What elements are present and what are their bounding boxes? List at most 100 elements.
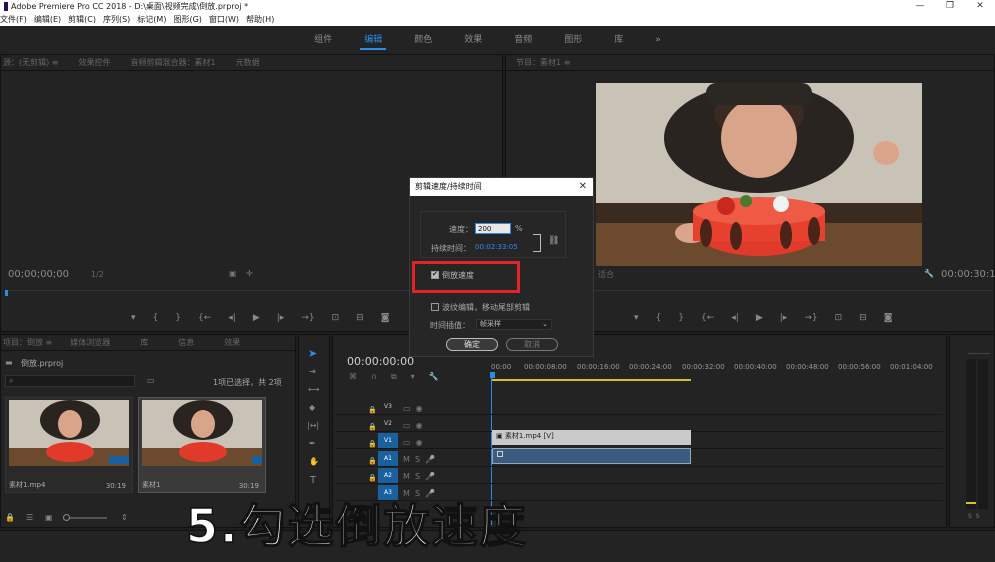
tab-info[interactable]: 信息: [178, 337, 194, 348]
sync-lock-icon[interactable]: ▭ ◉: [403, 400, 435, 417]
program-add-marker-icon[interactable]: ▾: [634, 313, 639, 323]
lift-icon[interactable]: ⊡: [835, 313, 843, 323]
razor-tool-icon[interactable]: ◆: [309, 403, 315, 412]
add-marker-icon[interactable]: ▾: [131, 313, 136, 323]
selection-tool-icon[interactable]: ➤: [308, 347, 317, 360]
mute-track-icon[interactable]: M S 🎤: [403, 468, 435, 485]
lock-track-icon[interactable]: 🔒: [368, 453, 377, 470]
source-expand-icon[interactable]: ✛: [246, 269, 253, 278]
mute-track-icon[interactable]: M S 🎤: [403, 451, 435, 468]
source-playhead[interactable]: [5, 290, 8, 296]
new-bin-icon[interactable]: ▭: [147, 376, 155, 385]
menu-file[interactable]: 文件(F): [0, 13, 27, 26]
program-mark-out-icon[interactable]: }: [678, 313, 684, 323]
tab-media-browser[interactable]: 媒体浏览器: [70, 337, 110, 348]
track-label-v2[interactable]: V2: [378, 416, 398, 431]
lock-icon[interactable]: 🔒: [5, 513, 15, 522]
track-label-v1[interactable]: V1: [378, 433, 398, 448]
tab-libraries[interactable]: 库: [140, 337, 148, 348]
ripple-edit-checkbox[interactable]: [431, 303, 439, 311]
type-tool-icon[interactable]: T: [310, 475, 316, 486]
program-go-to-out-icon[interactable]: →}: [804, 313, 817, 323]
track-label-v3[interactable]: V3: [378, 399, 398, 414]
program-step-back-icon[interactable]: ◂|: [731, 313, 739, 323]
work-area-bar[interactable]: [491, 379, 691, 381]
insert-icon[interactable]: ⊡: [332, 313, 340, 323]
menu-sequence[interactable]: 序列(S): [103, 13, 130, 26]
overwrite-icon[interactable]: ⊟: [356, 313, 364, 323]
timeline-ruler[interactable]: 00:00 00:00:08:00 00:00:16:00 00:00:24:0…: [490, 363, 947, 385]
workspace-editing[interactable]: 编辑: [348, 26, 398, 54]
step-back-icon[interactable]: ◂|: [228, 313, 236, 323]
cancel-button[interactable]: 取消: [506, 338, 558, 351]
track-label-a1[interactable]: A1: [378, 451, 398, 466]
sync-lock-icon[interactable]: ▭ ◉: [403, 417, 435, 434]
dialog-close-icon[interactable]: ✕: [579, 178, 587, 196]
workspace-color[interactable]: 颜色: [398, 26, 448, 54]
menu-help[interactable]: 帮助(H): [246, 13, 274, 26]
source-fit-select[interactable]: 1/2: [91, 270, 104, 279]
tab-effect-controls[interactable]: 效果控件: [79, 57, 111, 68]
export-frame-icon[interactable]: ◙: [381, 313, 390, 323]
timeline-marker-icon[interactable]: ▾: [411, 372, 415, 382]
workspace-libraries[interactable]: 库: [598, 26, 639, 54]
speed-input[interactable]: 200: [475, 223, 511, 234]
pen-tool-icon[interactable]: ✒: [309, 439, 316, 448]
project-search-input[interactable]: ⌕: [5, 375, 135, 387]
program-step-forward-icon[interactable]: |▸: [780, 313, 788, 323]
program-play-icon[interactable]: ▶: [756, 313, 763, 323]
program-fit-select[interactable]: 适合: [598, 269, 614, 280]
nest-icon[interactable]: ⌘: [349, 372, 357, 382]
tab-source[interactable]: 源：(无剪辑) ≡: [3, 57, 59, 68]
lock-track-icon[interactable]: 🔒: [368, 436, 377, 453]
close-window-button[interactable]: ✕: [965, 0, 995, 13]
workspace-effects[interactable]: 效果: [448, 26, 498, 54]
extract-icon[interactable]: ⊟: [859, 313, 867, 323]
solo-icons[interactable]: S S: [968, 513, 979, 520]
mark-out-icon[interactable]: }: [175, 313, 181, 323]
zoom-slider-handle[interactable]: [63, 514, 70, 521]
project-item-clip[interactable]: 素材1.mp4 30:19: [5, 397, 133, 493]
workspace-assembly[interactable]: 组件: [298, 26, 348, 54]
go-to-out-icon[interactable]: →}: [301, 313, 314, 323]
track-label-a2[interactable]: A2: [378, 468, 398, 483]
maximize-button[interactable]: ❐: [935, 0, 965, 13]
source-settings-icon[interactable]: ▣: [229, 269, 237, 278]
tab-metadata[interactable]: 元数据: [236, 57, 260, 68]
icon-view-icon[interactable]: ▣: [45, 513, 53, 522]
slip-tool-icon[interactable]: |↔|: [307, 421, 319, 430]
hand-tool-icon[interactable]: ✋: [309, 457, 319, 466]
lock-track-icon[interactable]: 🔒: [368, 402, 377, 419]
linked-selection-icon[interactable]: ⧉: [391, 372, 397, 382]
play-icon[interactable]: ▶: [253, 313, 260, 323]
program-go-to-in-icon[interactable]: {←: [701, 313, 714, 323]
workspace-overflow-button[interactable]: »: [639, 26, 677, 54]
tab-project[interactable]: 项目：倒放 ≡: [3, 337, 52, 348]
ripple-edit-tool-icon[interactable]: ⟷: [308, 385, 319, 394]
program-mark-in-icon[interactable]: {: [656, 313, 662, 323]
program-settings-icon[interactable]: 🔧: [924, 269, 934, 278]
lock-track-icon[interactable]: 🔒: [368, 470, 377, 487]
source-timecode[interactable]: 00;00;00;00: [8, 269, 69, 280]
tab-effects[interactable]: 效果: [224, 337, 240, 348]
list-view-icon[interactable]: ☰: [26, 513, 33, 522]
mark-in-icon[interactable]: {: [153, 313, 159, 323]
lock-track-icon[interactable]: 🔒: [368, 419, 377, 436]
menu-window[interactable]: 窗口(W): [209, 13, 239, 26]
tab-audio-clip-mixer[interactable]: 音频剪辑混合器：素材1: [131, 57, 216, 68]
zoom-slider[interactable]: [63, 514, 107, 521]
project-item-sequence[interactable]: 素材1 30:19: [138, 397, 266, 493]
link-chain-icon[interactable]: ⛓: [548, 236, 559, 246]
menu-graphics[interactable]: 图形(G): [173, 13, 201, 26]
workspace-graphics[interactable]: 图形: [548, 26, 598, 54]
step-forward-icon[interactable]: |▸: [277, 313, 285, 323]
sync-lock-icon[interactable]: ▭ ◉: [403, 434, 435, 451]
tab-program[interactable]: 节目：素材1 ≡: [516, 57, 570, 68]
duration-value[interactable]: 00:02:33:05: [475, 243, 518, 251]
track-select-tool-icon[interactable]: ⇥: [309, 367, 316, 376]
audio-clip[interactable]: [492, 448, 691, 464]
menu-marker[interactable]: 标记(M): [137, 13, 166, 26]
menu-edit[interactable]: 编辑(E): [34, 13, 61, 26]
go-to-in-icon[interactable]: {←: [198, 313, 211, 323]
timeline-timecode[interactable]: 00:00:00:00: [347, 355, 414, 368]
